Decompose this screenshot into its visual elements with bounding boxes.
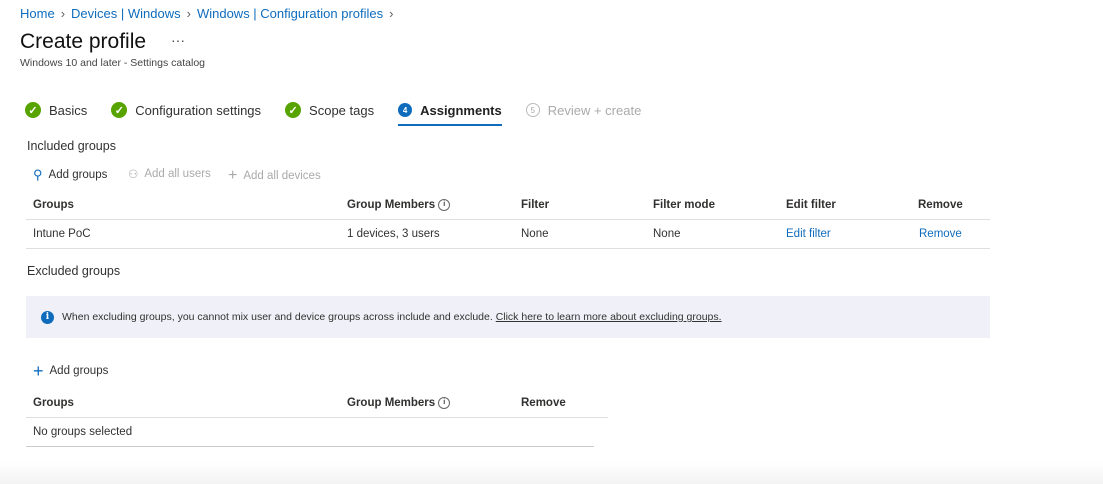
- tab-scope-tags[interactable]: ✓ Scope tags: [285, 102, 374, 118]
- table-header: Groups Group Membersi Filter Filter mode…: [26, 191, 990, 220]
- tab-review-create[interactable]: 5 Review + create: [526, 103, 642, 118]
- included-groups-heading: Included groups: [27, 139, 116, 153]
- button-label: Add all devices: [243, 170, 320, 182]
- button-label: Add groups: [50, 365, 109, 377]
- breadcrumb-home[interactable]: Home: [20, 6, 55, 21]
- chevron-right-icon: ›: [61, 6, 65, 21]
- tab-assignments[interactable]: 4 Assignments: [398, 103, 502, 118]
- table-header: Groups Group Membersi Remove: [26, 389, 608, 418]
- col-group-members: Group Membersi: [347, 397, 450, 409]
- wizard-steps: ✓ Basics ✓ Configuration settings ✓ Scope t…: [25, 102, 665, 118]
- more-options-icon[interactable]: ···: [171, 32, 185, 48]
- info-icon[interactable]: i: [438, 397, 450, 409]
- step-label: Basics: [49, 103, 87, 118]
- info-banner: i When excluding groups, you cannot mix u…: [26, 296, 990, 338]
- add-user-icon: ⚲: [33, 167, 43, 183]
- breadcrumb-config-profiles[interactable]: Windows | Configuration profiles: [197, 6, 383, 21]
- learn-more-link[interactable]: Click here to learn more about excluding…: [496, 311, 722, 323]
- col-groups: Groups: [33, 397, 74, 409]
- step-label: Scope tags: [309, 103, 374, 118]
- plus-icon: +: [33, 364, 44, 378]
- chevron-right-icon: ›: [389, 6, 393, 21]
- check-icon: ✓: [285, 102, 301, 118]
- col-label: Group Members: [347, 397, 435, 409]
- tab-basics[interactable]: ✓ Basics: [25, 102, 87, 118]
- col-groups: Groups: [33, 199, 74, 211]
- included-groups-table: Groups Group Membersi Filter Filter mode…: [26, 191, 990, 249]
- filter: None: [521, 228, 549, 240]
- step-number-icon: 4: [398, 103, 412, 117]
- button-label: Add all users: [144, 168, 210, 180]
- step-label: Assignments: [420, 103, 502, 118]
- step-label: Review + create: [548, 103, 642, 118]
- add-groups-button[interactable]: ⚲ Add groups: [33, 167, 107, 183]
- col-edit-filter: Edit filter: [786, 199, 836, 211]
- edit-filter-link[interactable]: Edit filter: [786, 228, 831, 240]
- col-remove: Remove: [521, 397, 566, 409]
- page-subtitle: Windows 10 and later - Settings catalog: [20, 57, 205, 69]
- info-text: When excluding groups, you cannot mix us…: [62, 311, 493, 323]
- add-excluded-groups-button[interactable]: + Add groups: [33, 364, 108, 378]
- footer-shade: [0, 462, 1103, 484]
- col-group-members: Group Membersi: [347, 199, 450, 211]
- active-tab-indicator: [398, 124, 502, 126]
- col-remove: Remove: [918, 199, 963, 211]
- filter-mode: None: [653, 228, 681, 240]
- col-filter: Filter: [521, 199, 549, 211]
- add-all-devices-button[interactable]: + Add all devices: [228, 167, 321, 185]
- check-icon: ✓: [25, 102, 41, 118]
- tab-configuration-settings[interactable]: ✓ Configuration settings: [111, 102, 261, 118]
- check-icon: ✓: [111, 102, 127, 118]
- add-all-users-button[interactable]: ⚇ Add all users: [128, 167, 211, 181]
- table-row: Intune PoC 1 devices, 3 users None None …: [26, 220, 990, 249]
- empty-message: No groups selected: [33, 426, 132, 438]
- col-label: Group Members: [347, 199, 435, 211]
- info-icon: i: [41, 311, 54, 324]
- info-icon[interactable]: i: [438, 199, 450, 211]
- plus-icon: +: [228, 167, 237, 185]
- excluded-groups-table: Groups Group Membersi Remove No groups s…: [26, 389, 608, 447]
- chevron-right-icon: ›: [187, 6, 191, 21]
- step-label: Configuration settings: [135, 103, 261, 118]
- table-row: No groups selected: [26, 418, 594, 447]
- step-number-icon: 5: [526, 103, 540, 117]
- page-title: Create profile: [20, 30, 146, 54]
- remove-link[interactable]: Remove: [919, 228, 962, 240]
- group-members: 1 devices, 3 users: [347, 228, 440, 240]
- breadcrumb: Home › Devices | Windows › Windows | Confi…: [20, 6, 393, 21]
- users-icon: ⚇: [128, 167, 138, 181]
- col-filter-mode: Filter mode: [653, 199, 715, 211]
- breadcrumb-devices[interactable]: Devices | Windows: [71, 6, 181, 21]
- button-label: Add groups: [49, 169, 108, 181]
- group-name: Intune PoC: [33, 228, 91, 240]
- excluded-groups-heading: Excluded groups: [27, 264, 120, 278]
